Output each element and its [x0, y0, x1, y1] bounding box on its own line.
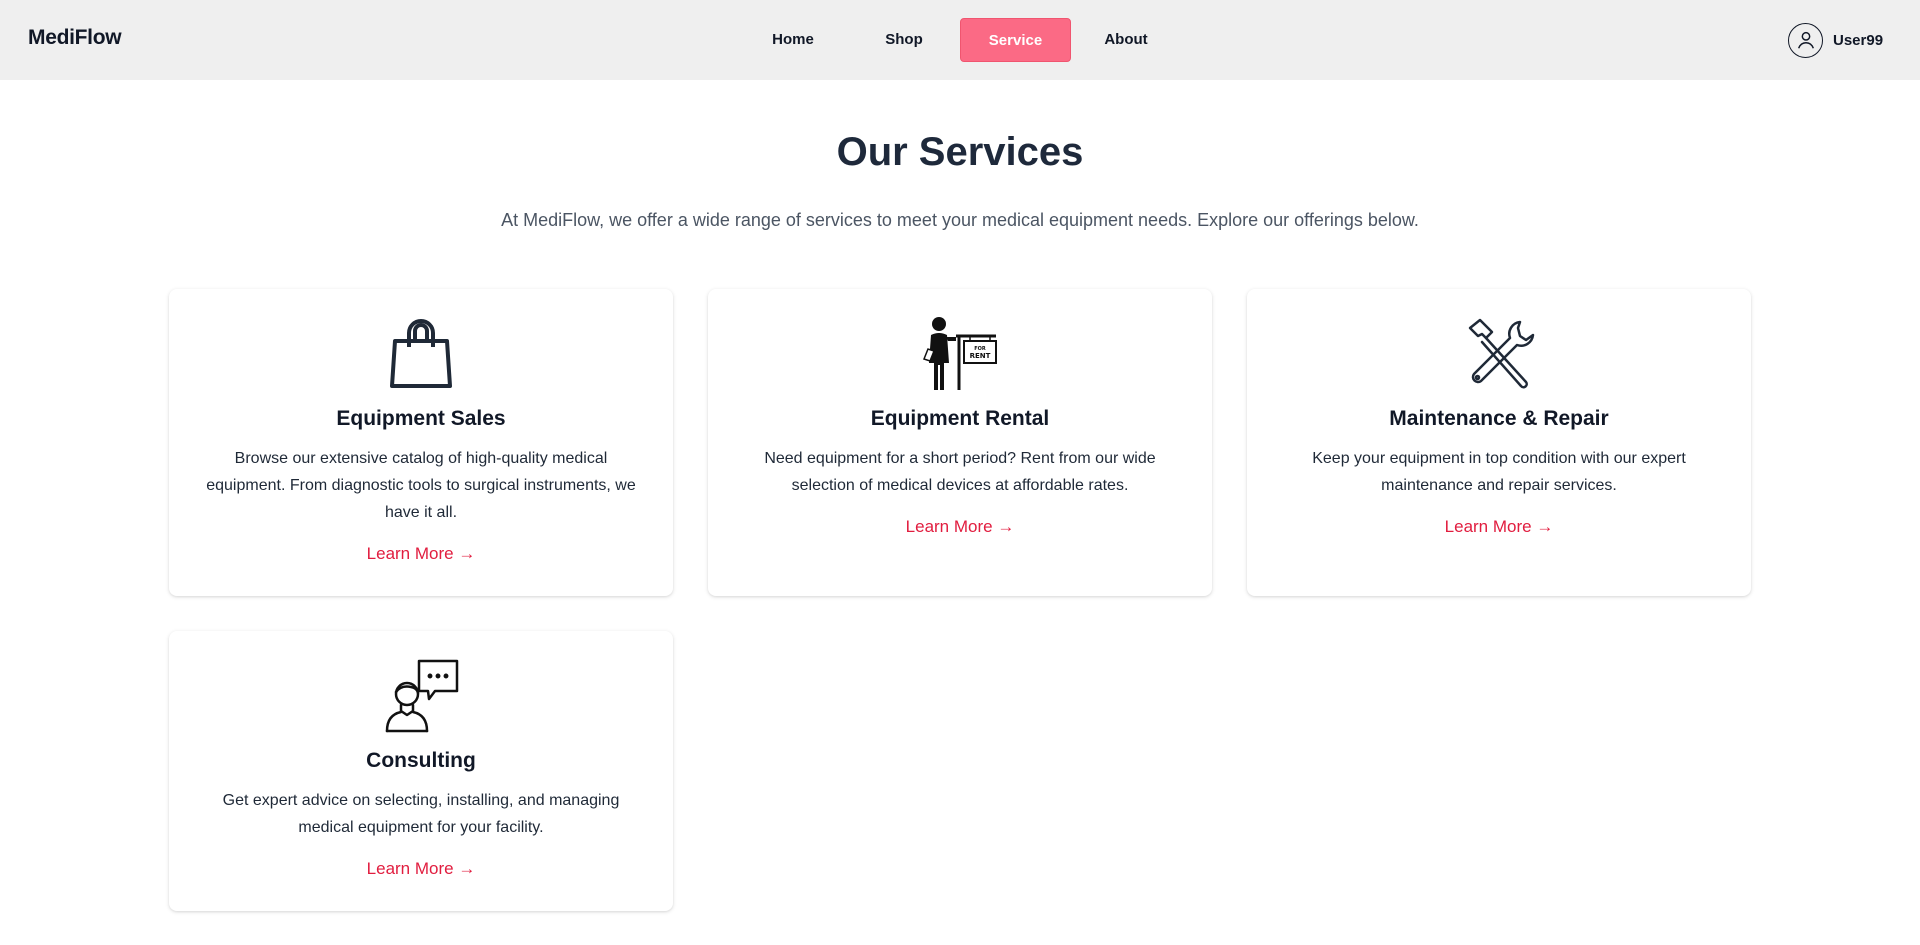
card-title: Equipment Sales [336, 407, 506, 430]
learn-more-link[interactable]: Learn More → [169, 544, 673, 564]
nav-about[interactable]: About [1083, 18, 1169, 62]
card-title: Maintenance & Repair [1389, 407, 1609, 430]
service-card-rental: FOR RENT Equipment Rental Need equipment… [708, 289, 1212, 596]
page-title: Our Services [836, 130, 1084, 174]
shopping-bag-icon [381, 313, 461, 393]
card-description: Keep your equipment in top condition wit… [1312, 450, 1686, 494]
learn-more-link[interactable]: Learn More → [708, 517, 1212, 537]
hammer-wrench-icon [1459, 313, 1539, 393]
top-navbar: MediFlow Home Shop Service About User99 [0, 0, 1920, 80]
nav-service[interactable]: Service [960, 18, 1071, 62]
learn-more-link[interactable]: Learn More → [169, 859, 673, 879]
for-rent-sign-bottom: RENT [970, 352, 991, 360]
user-menu[interactable]: User99 [1788, 22, 1883, 58]
card-description: Get expert advice on selecting, installi… [222, 792, 620, 836]
service-card-sales: Equipment Sales Browse our extensive cat… [169, 289, 673, 596]
user-circle-icon [1788, 22, 1823, 58]
learn-more-link[interactable]: Learn More → [1247, 517, 1751, 537]
consultant-chat-icon [381, 655, 461, 735]
page-subtitle: At MediFlow, we offer a wide range of se… [501, 210, 1419, 230]
for-rent-person-icon: FOR RENT [920, 313, 1000, 393]
main-nav: Home Shop Service About [0, 0, 1920, 80]
service-card-maintenance: Maintenance & Repair Keep your equipment… [1247, 289, 1751, 596]
nav-shop[interactable]: Shop [861, 18, 947, 62]
card-title: Equipment Rental [870, 407, 1050, 430]
card-description: Need equipment for a short period? Rent … [764, 450, 1156, 494]
card-title: Consulting [366, 749, 476, 772]
nav-home[interactable]: Home [750, 18, 836, 62]
username: User99 [1833, 31, 1884, 49]
service-card-consulting: Consulting Get expert advice on selectin… [169, 631, 673, 911]
card-description: Browse our extensive catalog of high-qua… [206, 450, 636, 521]
